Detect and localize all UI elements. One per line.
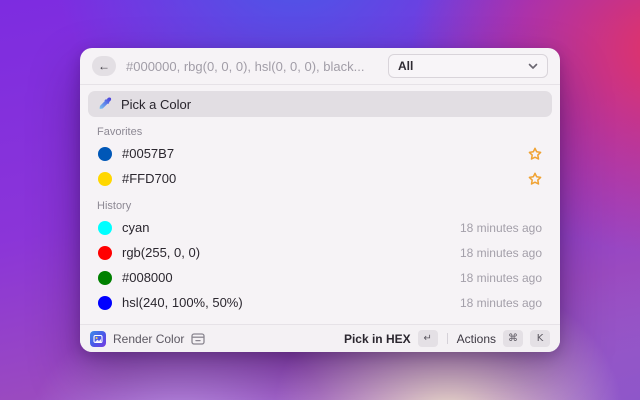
color-label: rgb(255, 0, 0) <box>122 245 200 260</box>
cmd-key-badge: ⌘ <box>503 330 523 347</box>
section-title-history: History <box>88 200 552 212</box>
list-item-history[interactable]: hsl(240, 100%, 50%) 18 minutes ago <box>88 290 552 315</box>
chevron-down-icon <box>528 63 538 70</box>
color-label: #FFD700 <box>122 171 176 186</box>
timestamp: 18 minutes ago <box>460 246 542 260</box>
list-item-history[interactable]: rgb(255, 0, 0) 18 minutes ago <box>88 240 552 265</box>
results-list: Pick a Color Favorites #0057B7 #FFD700 <box>80 85 560 324</box>
primary-action-label[interactable]: Pick in HEX <box>344 332 411 346</box>
list-item-history[interactable]: #008000 18 minutes ago <box>88 265 552 290</box>
timestamp: 18 minutes ago <box>460 221 542 235</box>
color-label: #0057B7 <box>122 146 174 161</box>
color-swatch <box>98 172 112 186</box>
actions-menu-label[interactable]: Actions <box>457 332 496 346</box>
search-input[interactable] <box>126 59 378 74</box>
list-item-favorite[interactable]: #FFD700 <box>88 166 552 191</box>
star-icon[interactable] <box>528 147 542 161</box>
desktop-background: ← All Pick a Color Favori <box>0 0 640 400</box>
section-title-favorites: Favorites <box>88 126 552 138</box>
list-item-history[interactable]: cyan 18 minutes ago <box>88 215 552 240</box>
k-key-badge: K <box>530 330 550 347</box>
command-label: Pick a Color <box>121 97 191 112</box>
color-swatch <box>98 221 112 235</box>
back-arrow-icon: ← <box>98 59 110 73</box>
timestamp: 18 minutes ago <box>460 296 542 310</box>
color-swatch <box>98 271 112 285</box>
window-icon <box>191 333 205 345</box>
list-item-favorite[interactable]: #0057B7 <box>88 141 552 166</box>
filter-dropdown[interactable]: All <box>388 54 548 78</box>
timestamp: 18 minutes ago <box>460 271 542 285</box>
render-color-app-icon <box>90 331 106 347</box>
enter-key-badge: ↵ <box>418 330 438 347</box>
status-bar: Render Color Pick in HEX ↵ Actions ⌘ K <box>80 324 560 352</box>
eyedropper-icon <box>98 97 112 111</box>
color-label: cyan <box>122 220 149 235</box>
footer-divider <box>447 333 448 344</box>
filter-dropdown-value: All <box>398 59 413 73</box>
star-icon[interactable] <box>528 172 542 186</box>
color-label: #008000 <box>122 270 173 285</box>
back-button[interactable]: ← <box>92 56 116 76</box>
color-swatch <box>98 147 112 161</box>
command-pick-a-color[interactable]: Pick a Color <box>88 91 552 117</box>
color-swatch <box>98 296 112 310</box>
color-label: hsl(240, 100%, 50%) <box>122 295 243 310</box>
app-name: Render Color <box>113 332 184 346</box>
color-picker-window: ← All Pick a Color Favori <box>80 48 560 352</box>
color-swatch <box>98 246 112 260</box>
search-bar: ← All <box>80 48 560 85</box>
